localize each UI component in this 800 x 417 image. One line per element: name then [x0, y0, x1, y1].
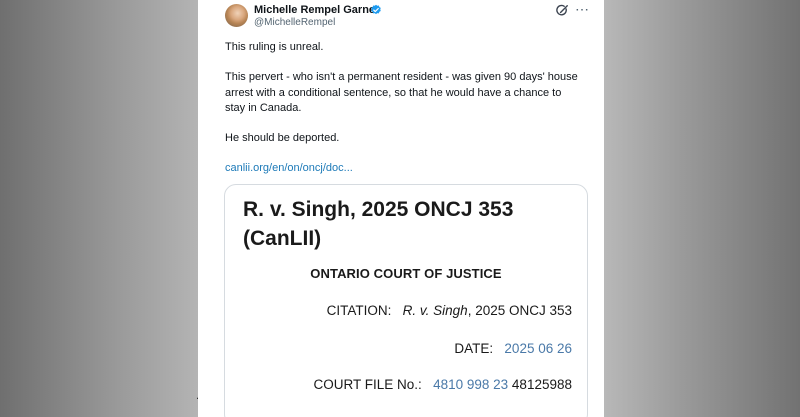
tweet-paragraph-1: This ruling is unreal.	[225, 41, 324, 53]
citation-label: CITATION:	[326, 303, 392, 318]
court-file-label: COURT FILE No.:	[313, 377, 422, 392]
author-handle[interactable]: @MichelleRempel	[254, 17, 335, 28]
citation-row: CITATION: R. v. Singh, 2025 ONCJ 353	[327, 303, 572, 318]
date-label: DATE:	[454, 341, 494, 356]
background-right	[604, 0, 800, 417]
citation-rest: , 2025 ONCJ 353	[467, 303, 572, 318]
court-file-number: 48125988	[511, 377, 572, 392]
tweet-paragraph-2: This pervert - who isn't a permanent res…	[225, 71, 578, 114]
more-options-icon[interactable]: ⋯	[575, 1, 590, 18]
author-name[interactable]: Michelle Rempel Garner	[254, 4, 379, 16]
tweet-link[interactable]: canlii.org/en/on/oncj/doc...	[225, 162, 353, 174]
verified-badge-icon	[371, 4, 381, 15]
link-preview-card[interactable]: R. v. Singh, 2025 ONCJ 353 (CanLII) ONTA…	[224, 184, 588, 417]
court-file-row: COURT FILE No.: 4810 998 23 48125988	[314, 377, 573, 392]
tweet-paragraph-3: He should be deported.	[225, 132, 340, 144]
court-file-number-linked: 4810 998 23	[433, 377, 509, 392]
date-row: DATE: 2025 06 26	[454, 341, 572, 356]
grok-icon[interactable]	[555, 4, 569, 18]
case-title: R. v. Singh, 2025 ONCJ 353 (CanLII)	[243, 198, 514, 250]
avatar[interactable]	[225, 4, 248, 27]
background-left	[0, 0, 198, 417]
citation-case: R. v. Singh	[402, 303, 468, 318]
date-value: 2025 06 26	[504, 341, 572, 356]
court-name: ONTARIO COURT OF JUSTICE	[310, 266, 502, 281]
tweet-panel: Michelle Rempel Garner @MichelleRempel ⋯…	[198, 0, 604, 417]
